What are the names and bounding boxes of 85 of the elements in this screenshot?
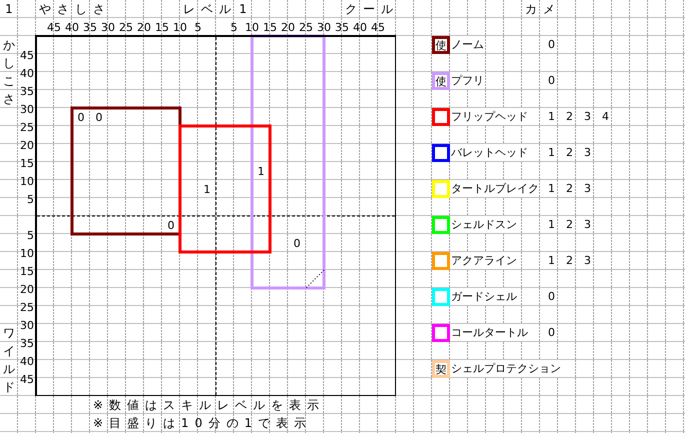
level-number: 2: [565, 217, 574, 233]
legend-label: ガードシェル: [450, 288, 517, 305]
tick-label: 30: [101, 21, 115, 34]
tick-label: 20: [137, 21, 151, 34]
level-number: 3: [583, 109, 592, 125]
legend-label: フリップヘッド: [450, 108, 528, 125]
tick-label: 25: [20, 301, 34, 314]
tick-label: 20: [20, 283, 34, 296]
level-number: 1: [547, 109, 556, 125]
value-label: 0: [78, 111, 84, 124]
tick-label: 30: [317, 21, 331, 34]
axis-title: ワイルド: [3, 325, 16, 396]
tick-label: 45: [20, 49, 34, 62]
level-value: 1: [238, 1, 248, 18]
level-number: 3: [583, 217, 592, 233]
tick-label: 25: [299, 21, 313, 34]
legend-label: ノーム: [450, 36, 484, 53]
level-number: 3: [583, 253, 592, 269]
tick-label: 10: [20, 175, 34, 188]
level-number: 2: [565, 181, 574, 197]
tick-label: 40: [353, 21, 367, 34]
level-number: 2: [565, 145, 574, 161]
tick-label: 40: [65, 21, 79, 34]
value-label: 1: [204, 183, 210, 196]
tick-label: 15: [263, 21, 277, 34]
tick-label: 30: [20, 319, 34, 332]
legend-label: プフリ: [450, 72, 484, 89]
tick-label: 10: [245, 21, 259, 34]
level-number: 2: [565, 253, 574, 269]
value-label: 0: [294, 237, 300, 250]
tick-label: 5: [27, 229, 34, 242]
tick-label: 35: [20, 337, 34, 350]
footnote: ※目盛りは10分の1で表示: [92, 415, 312, 432]
tick-label: 20: [20, 139, 34, 152]
tick-label: 30: [20, 103, 34, 116]
legend-label: シェルドスン: [450, 216, 517, 233]
tick-label: 25: [119, 21, 133, 34]
level-number: 1: [547, 181, 556, 197]
level-number: 0: [547, 73, 556, 89]
tick-label: 35: [20, 85, 34, 98]
tick-label: 5: [27, 193, 34, 206]
swatch-glyph: 契: [436, 364, 446, 374]
value-label: 1: [258, 165, 264, 178]
value-label: 0: [168, 219, 174, 232]
corner-number: 1: [4, 1, 14, 18]
level-number: 0: [547, 37, 556, 53]
legend-label: タートルブレイク: [450, 180, 539, 197]
level-number: 1: [547, 253, 556, 269]
axis-title: レベル: [182, 1, 237, 18]
level-number: 1: [547, 145, 556, 161]
tick-label: 10: [173, 21, 187, 34]
level-number: 4: [601, 109, 610, 125]
tick-label: 15: [20, 265, 34, 278]
level-number: 0: [547, 325, 556, 341]
level-number: 0: [547, 289, 556, 305]
tick-label: 35: [335, 21, 349, 34]
tick-label: 5: [230, 21, 238, 34]
swatch-glyph: 使: [436, 40, 446, 50]
tick-label: 45: [371, 21, 385, 34]
tick-label: 10: [20, 247, 34, 260]
tick-label: 45: [47, 21, 61, 34]
legend-label: シェルプロテクション: [450, 360, 561, 377]
level-number: 2: [565, 109, 574, 125]
tick-label: 25: [20, 121, 34, 134]
legend-label: コールタートル: [450, 324, 528, 341]
legend-label: アクアライン: [450, 252, 517, 269]
tick-label: 15: [155, 21, 169, 34]
tick-label: 45: [20, 373, 34, 386]
axis-title: かしこさ: [3, 37, 16, 108]
tick-label: 5: [194, 21, 202, 34]
level-number: 1: [547, 217, 556, 233]
legend-title: カメ: [524, 1, 561, 18]
tick-label: 40: [20, 355, 34, 368]
level-number: 3: [583, 181, 592, 197]
tick-label: 40: [20, 67, 34, 80]
axis-title: やさしさ: [38, 1, 111, 18]
tick-label: 15: [20, 157, 34, 170]
legend-label: バレットヘッド: [450, 144, 528, 161]
swatch-glyph: 使: [436, 76, 446, 86]
axis-title: クール: [344, 1, 399, 18]
footnote: ※数値はスキルレベルを表示: [92, 397, 326, 414]
level-number: 3: [583, 145, 592, 161]
tick-label: 35: [83, 21, 97, 34]
tick-label: 20: [281, 21, 295, 34]
value-label: 0: [96, 111, 102, 124]
